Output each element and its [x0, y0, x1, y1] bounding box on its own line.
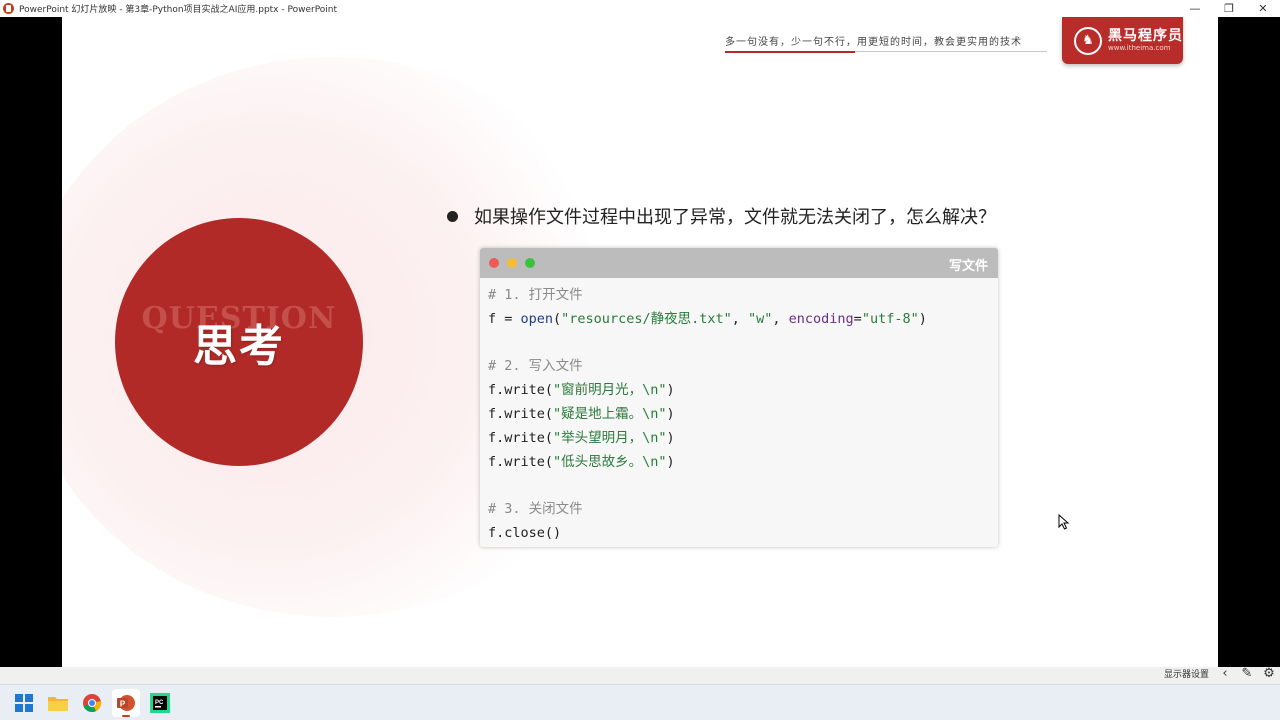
- svg-text:PC: PC: [155, 700, 164, 706]
- question-item: 如果操作文件过程中出现了异常，文件就无法关闭了，怎么解决？: [447, 203, 996, 229]
- slideshow-controls: 显示器设置 ‹ ✎ ⚙: [1159, 662, 1280, 684]
- code-line: f.close(): [488, 524, 562, 541]
- settings-icon[interactable]: ⚙: [1258, 662, 1280, 684]
- slogan-underline: [725, 51, 1047, 53]
- brand-logo: ♞ 黑马程序员 www.itheima.com: [1062, 17, 1183, 64]
- minimize-dot-icon: [507, 258, 517, 268]
- file-explorer-icon[interactable]: [44, 689, 72, 717]
- code-line: # 1. 打开文件: [488, 287, 583, 303]
- code-line: f = open("resources/静夜思.txt", "w", encod…: [488, 310, 927, 327]
- pycharm-icon[interactable]: PC: [146, 689, 174, 717]
- close-dot-icon: [489, 258, 499, 268]
- powerpoint-app-icon: [3, 3, 14, 14]
- slide[interactable]: 多一句没有，少一句不行，用更短的时间，教会更实用的技术 ♞ 黑马程序员 www.…: [62, 17, 1218, 667]
- think-label: 思考: [193, 321, 285, 372]
- close-button[interactable]: ✕: [1246, 0, 1280, 17]
- code-body: # 1. 打开文件 f = open("resources/静夜思.txt", "…: [480, 278, 998, 546]
- code-line: # 3. 关闭文件: [488, 501, 583, 518]
- window-controls: — ❐ ✕: [1178, 0, 1280, 17]
- code-line: f.write("窗前明月光，\n"): [488, 382, 675, 399]
- chrome-icon[interactable]: [78, 689, 106, 717]
- window-title: PowerPoint 幻灯片放映 - 第3章-Python项目实战之AI应用.p…: [19, 5, 338, 15]
- code-line: f.write("疑是地上霜。\n"): [488, 405, 675, 422]
- code-line: f.write("低头思故乡。\n"): [488, 453, 675, 470]
- powerpoint-icon[interactable]: P: [112, 688, 140, 717]
- taskbar: P PC: [0, 684, 1280, 720]
- code-window-header: 写文件: [480, 248, 998, 278]
- minimize-button[interactable]: —: [1178, 0, 1212, 17]
- window-titlebar: PowerPoint 幻灯片放映 - 第3章-Python项目实战之AI应用.p…: [0, 0, 1280, 17]
- restore-button[interactable]: ❐: [1212, 0, 1246, 17]
- bullet-icon: [447, 210, 458, 222]
- maximize-dot-icon: [525, 258, 535, 268]
- windows-start-icon[interactable]: [10, 689, 38, 717]
- pen-icon[interactable]: ✎: [1236, 662, 1258, 684]
- slideshow-footer: [0, 667, 1280, 684]
- logo-url: www.itheima.com: [1108, 44, 1171, 52]
- think-badge: QUESTION 思考: [115, 218, 363, 466]
- logo-name: 黑马程序员: [1108, 28, 1183, 44]
- horse-logo-icon: ♞: [1074, 26, 1102, 55]
- svg-text:P: P: [120, 699, 126, 708]
- prev-icon[interactable]: ‹: [1214, 662, 1236, 684]
- code-window-title: 写文件: [948, 259, 988, 274]
- code-window: 写文件 # 1. 打开文件 f = open("resources/静夜思.txt…: [480, 248, 998, 547]
- presenter-view-button[interactable]: 显示器设置: [1159, 667, 1214, 680]
- slogan-text: 多一句没有，少一句不行，用更短的时间，教会更实用的技术: [725, 37, 1022, 48]
- code-line: # 2. 写入文件: [488, 358, 583, 375]
- question-text: 如果操作文件过程中出现了异常，文件就无法关闭了，怎么解决？: [474, 207, 996, 228]
- code-line: f.write("举头望明月，\n"): [488, 429, 675, 446]
